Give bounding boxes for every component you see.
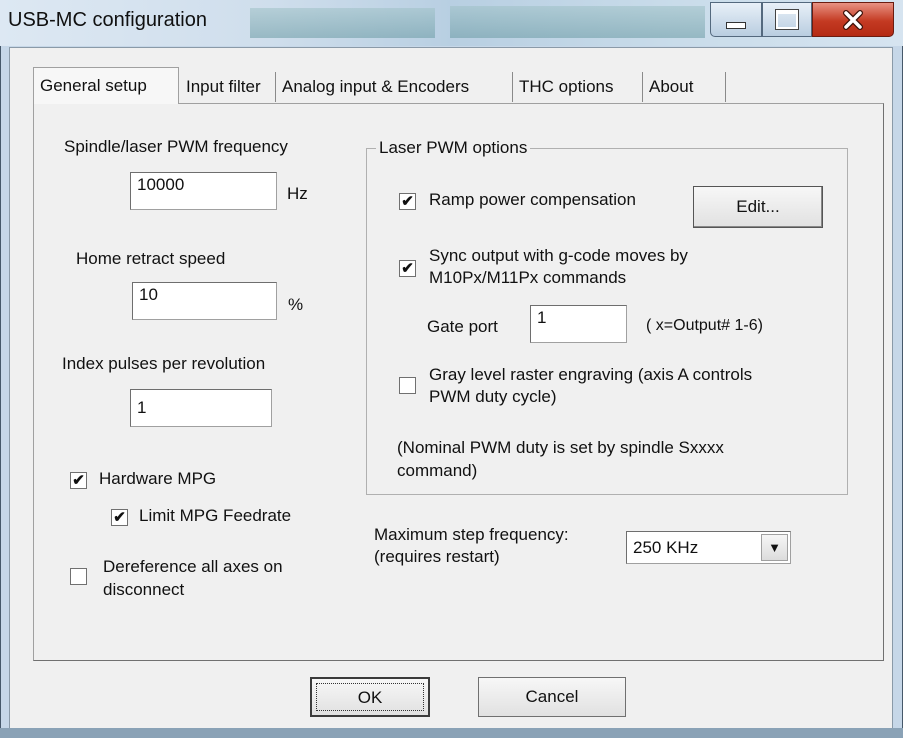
limit-mpg-label: Limit MPG Feedrate <box>139 506 292 525</box>
sync-output-label-line2: M10Px/M11Px commands <box>429 268 627 287</box>
ramp-compensation-label: Ramp power compensation <box>429 190 636 209</box>
step-frequency-select[interactable]: 250 KHz ▼ <box>626 531 791 564</box>
tab-analog-input-encoders[interactable]: Analog input & Encoders <box>276 72 513 102</box>
home-retract-unit: % <box>288 295 304 314</box>
gray-raster-checkbox[interactable] <box>399 377 416 394</box>
focus-rect <box>316 683 424 711</box>
gray-raster-label-line2: PWM duty cycle) <box>429 387 557 406</box>
window-title: USB-MC configuration <box>8 9 207 31</box>
sync-output-label-line1: Sync output with g-code moves by <box>429 246 688 265</box>
minimize-icon <box>726 22 746 29</box>
gate-port-hint: ( x=Output# 1-6) <box>646 317 763 334</box>
cancel-button[interactable]: Cancel <box>478 677 626 717</box>
gray-raster-label-line1: Gray level raster engraving (axis A cont… <box>429 365 753 384</box>
maximize-icon <box>775 9 799 30</box>
hardware-mpg-label: Hardware MPG <box>99 469 217 488</box>
sync-output-checkbox[interactable]: ✔ <box>399 260 416 277</box>
window-bottom-edge <box>0 728 903 738</box>
tab-general-setup[interactable]: General setup <box>33 67 179 104</box>
minimize-button[interactable] <box>710 2 762 37</box>
edit-ramp-button[interactable]: Edit... <box>693 186 823 228</box>
dereference-checkbox[interactable] <box>70 568 87 585</box>
close-icon <box>843 9 863 30</box>
hardware-mpg-checkbox[interactable]: ✔ <box>70 472 87 489</box>
tab-input-filter[interactable]: Input filter <box>180 72 276 102</box>
chevron-down-icon[interactable]: ▼ <box>761 534 788 561</box>
dereference-label-line1: Dereference all axes on <box>103 557 283 576</box>
gate-port-input[interactable]: 1 <box>530 305 627 343</box>
background-window-glimpse <box>250 8 435 38</box>
home-retract-input[interactable]: 10 <box>132 282 277 320</box>
close-button[interactable] <box>812 2 894 37</box>
step-frequency-selected: 250 KHz <box>633 538 699 557</box>
nominal-pwm-note-line1: (Nominal PWM duty is set by spindle Sxxx… <box>397 438 724 457</box>
tab-thc-options[interactable]: THC options <box>513 72 643 102</box>
step-frequency-label-line1: Maximum step frequency: <box>374 525 569 544</box>
laser-pwm-group-title: Laser PWM options <box>376 138 531 158</box>
ok-button[interactable]: OK <box>310 677 430 717</box>
tab-about[interactable]: About <box>643 72 726 102</box>
home-retract-label: Home retract speed <box>76 249 226 268</box>
step-frequency-label-line2: (requires restart) <box>374 547 500 566</box>
maximize-button[interactable] <box>762 2 812 37</box>
background-window-glimpse <box>450 6 705 38</box>
pwm-frequency-unit: Hz <box>287 184 308 203</box>
index-pulses-input[interactable]: 1 <box>130 389 272 427</box>
limit-mpg-checkbox[interactable]: ✔ <box>111 509 128 526</box>
nominal-pwm-note-line2: command) <box>397 461 478 480</box>
ramp-compensation-checkbox[interactable]: ✔ <box>399 193 416 210</box>
gate-port-label: Gate port <box>427 317 498 336</box>
pwm-frequency-input[interactable]: 10000 <box>130 172 277 210</box>
dereference-label-line2: disconnect <box>103 580 185 599</box>
pwm-frequency-label: Spindle/laser PWM frequency <box>64 137 288 156</box>
index-pulses-label: Index pulses per revolution <box>62 354 266 373</box>
